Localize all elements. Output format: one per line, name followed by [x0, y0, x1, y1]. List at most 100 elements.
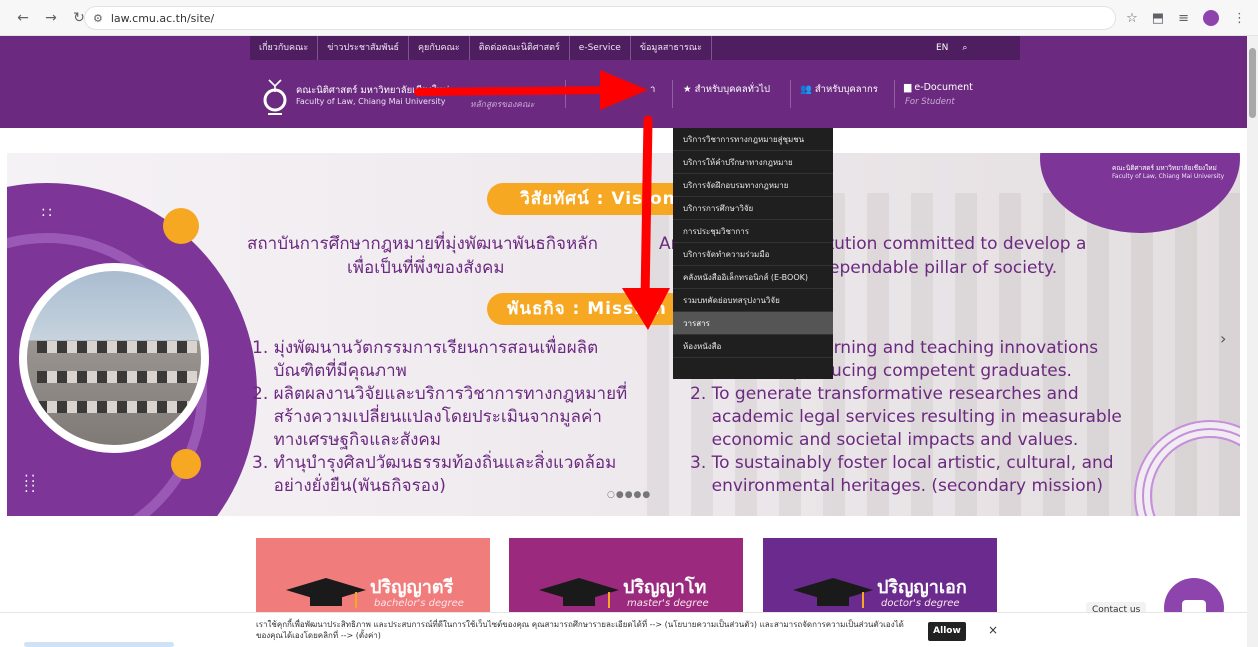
- dropdown-item-journal[interactable]: วารสาร: [673, 312, 833, 335]
- menu-staff[interactable]: 👥 สำหรับบุคลากร: [800, 82, 878, 97]
- star-icon: ★: [683, 84, 692, 95]
- bookmark-star-icon[interactable]: ☆: [1126, 11, 1138, 26]
- browser-controls: ☆ ⬒ ≡ ⋮: [1126, 0, 1246, 36]
- allow-cookies-button[interactable]: Allow: [928, 622, 966, 641]
- card-master[interactable]: ปริญญาโท master's degree: [509, 538, 743, 616]
- url-text: law.cmu.ac.th/site/: [110, 11, 215, 25]
- mission-en-line: environmental heritages. (secondary miss…: [690, 476, 1104, 496]
- decor-dot: [171, 449, 201, 479]
- hero-slider: :: :::: คณะนิติศาสตร์ มหาวิทยาลัยเชียงให…: [7, 153, 1240, 516]
- card-title: ปริญญาเอก: [877, 577, 967, 598]
- cookie-message: เราใช้คุกกี้เพื่อพัฒนาประสิทธิภาพ และประ…: [256, 620, 904, 640]
- mission-en-line: academic legal services resulting in mea…: [690, 407, 1122, 427]
- graduation-cap-icon: [286, 578, 366, 608]
- menu-divider: [790, 80, 791, 108]
- document-icon: ▆: [904, 82, 912, 93]
- dropdown-item[interactable]: คลังหนังสืออิเล็กทรอนิกส์ (E-BOOK): [673, 266, 833, 289]
- topbar-link-talk[interactable]: คุยกับคณะ: [409, 36, 470, 60]
- topbar-controls: EN ⌕: [936, 36, 967, 60]
- card-title: ปริญญาตรี: [370, 577, 454, 598]
- menu-kebab-icon[interactable]: ⋮: [1233, 11, 1246, 26]
- mission-th-line: 2. ผลิตผลงานวิจัยและบริการวิชาการทางกฎหม…: [252, 384, 628, 404]
- close-icon[interactable]: ×: [988, 623, 998, 637]
- cookie-consent-bar: เราใช้คุกกี้เพื่อพัฒนาประสิทธิภาพ และประ…: [0, 612, 1247, 647]
- dropdown-item[interactable]: บริการให้คำปรึกษาทางกฎหมาย: [673, 151, 833, 174]
- menu-divider: [565, 80, 566, 108]
- dropdown-item[interactable]: รวมบทคัดย่อบทสรุปงานวิจัย: [673, 289, 833, 312]
- building-windows: [37, 341, 197, 353]
- search-icon[interactable]: ⌕: [962, 43, 967, 53]
- vision-th-line1: สถาบันการศึกษากฎหมายที่มุ่งพัฒนาพันธกิจห…: [247, 234, 598, 254]
- topbar-link-contact[interactable]: ติดต่อคณะนิติศาสตร์: [470, 36, 570, 60]
- decor-dot: [163, 208, 199, 244]
- faculty-name-th[interactable]: คณะนิติศาสตร์ มหาวิทยาลัยเชียงใหม่: [296, 83, 449, 98]
- menu-edoc-sub[interactable]: For Student: [905, 97, 955, 107]
- graduation-cap-icon: [793, 578, 873, 608]
- forward-arrow-icon[interactable]: →: [40, 7, 62, 29]
- services-dropdown: บริการวิชาการทางกฎหมายสู่ชุมชน บริการให้…: [673, 128, 833, 379]
- dropdown-item[interactable]: บริการจัดฝึกอบรมทางกฎหมาย: [673, 174, 833, 197]
- site-info-icon[interactable]: ⚙: [93, 12, 103, 25]
- faculty-logo[interactable]: [262, 76, 288, 116]
- mission-th-line: 1. มุ่งพัฒนานวัตกรรมการเรียนการสอนเพื่อผ…: [252, 338, 599, 358]
- menu-staff-label: สำหรับบุคลากร: [814, 84, 878, 95]
- dropdown-item[interactable]: บริการการศึกษาวิจัย: [673, 197, 833, 220]
- vision-th-line2: เพื่อเป็นที่พึ่งของสังคม: [347, 258, 505, 278]
- topbar-link-eservice[interactable]: e-Service: [570, 36, 631, 60]
- topbar-link-news[interactable]: ข่าวประชาสัมพันธ์: [318, 36, 410, 60]
- scrollbar-thumb[interactable]: [1249, 48, 1256, 118]
- address-bar[interactable]: ⚙ law.cmu.ac.th/site/: [84, 6, 1116, 30]
- menu-edocument[interactable]: ▆ e-Document: [904, 82, 973, 93]
- card-subtitle: doctor's degree: [881, 598, 960, 609]
- menu-edoc-label: e-Document: [914, 82, 973, 93]
- card-doctor[interactable]: ปริญญาเอก doctor's degree: [763, 538, 997, 616]
- card-subtitle: master's degree: [627, 598, 709, 609]
- topbar-link-about[interactable]: เกี่ยวกับคณะ: [250, 36, 319, 60]
- menu-services-partial[interactable]: า: [650, 82, 655, 97]
- bottom-left-tab[interactable]: [24, 642, 174, 647]
- mission-th-line: อย่างยั่งยืน(พันธกิจรอง): [252, 476, 446, 496]
- mission-en-line: 3. To sustainably foster local artistic,…: [690, 453, 1114, 473]
- menu-public[interactable]: ★ สำหรับบุคคลทั่วไป: [683, 82, 770, 97]
- profile-avatar[interactable]: [1203, 10, 1219, 26]
- slide-indicator[interactable]: ○●●●●: [607, 490, 651, 500]
- mission-en-line: 2. To generate transformative researches…: [690, 384, 1079, 404]
- menu-public-label: สำหรับบุคคลทั่วไป: [694, 84, 771, 95]
- mission-en-line: economic and societal impacts and values…: [690, 430, 1079, 450]
- corner-faculty-en: Faculty of Law, Chiang Mai University: [1112, 173, 1225, 180]
- dot-grid-icon: ::::: [24, 470, 38, 496]
- building-windows: [37, 371, 197, 383]
- dropdown-item[interactable]: บริการจัดทำความร่วมมือ: [673, 243, 833, 266]
- menu-divider: [672, 80, 673, 108]
- mission-th-line: ทางเศรษฐกิจและสังคม: [252, 430, 442, 450]
- topbar-links: เกี่ยวกับคณะ ข่าวประชาสัมพันธ์ คุยกับคณะ…: [250, 36, 1020, 60]
- dropdown-item[interactable]: การประชุมวิชาการ: [673, 220, 833, 243]
- reading-list-icon[interactable]: ≡: [1178, 11, 1189, 26]
- menu-curriculum-sub[interactable]: หลักสูตรของคณะ: [470, 97, 534, 111]
- building-windows: [37, 401, 197, 413]
- mission-th-line: 3. ทำนุบำรุงศิลปวัฒนธรรมท้องถิ่นและสิ่งแ…: [252, 453, 617, 473]
- topbar-link-public-info[interactable]: ข้อมูลสาธารณะ: [631, 36, 712, 60]
- faculty-building-photo: [19, 263, 209, 453]
- mission-th-line: สร้างความเปลี่ยนแปลงโดยประเมินจากมูลค่า: [252, 407, 602, 427]
- faculty-name-en[interactable]: Faculty of Law, Chiang Mai University: [296, 97, 446, 106]
- menu-divider: [894, 80, 895, 108]
- card-subtitle: bachelor's degree: [374, 598, 464, 609]
- browser-toolbar: ← → ↻ ⚙ law.cmu.ac.th/site/ ☆ ⬒ ≡ ⋮: [0, 0, 1258, 36]
- extensions-icon[interactable]: ⬒: [1152, 11, 1164, 26]
- graduation-cap-icon: [539, 578, 619, 608]
- card-title: ปริญญาโท: [623, 577, 707, 598]
- language-toggle[interactable]: EN: [936, 43, 948, 53]
- site-topbar: เกี่ยวกับคณะ ข่าวประชาสัมพันธ์ คุยกับคณะ…: [0, 36, 1247, 60]
- card-bachelor[interactable]: ปริญญาตรี bachelor's degree: [256, 538, 490, 616]
- back-arrow-icon[interactable]: ←: [12, 7, 34, 29]
- mission-heading: พันธกิจ : Mission: [487, 293, 687, 325]
- dropdown-item[interactable]: ห้องหนังสือ: [673, 335, 833, 358]
- main-navigation: คณะนิติศาสตร์ มหาวิทยาลัยเชียงใหม่ Facul…: [0, 60, 1247, 128]
- next-slide-icon[interactable]: ›: [1220, 329, 1226, 348]
- dropdown-item[interactable]: บริการวิชาการทางกฎหมายสู่ชุมชน: [673, 128, 833, 151]
- page-scrollbar[interactable]: [1247, 36, 1258, 647]
- dot-grid-icon: ::: [41, 204, 55, 220]
- group-users-icon: 👥: [800, 84, 812, 95]
- corner-faculty-th: คณะนิติศาสตร์ มหาวิทยาลัยเชียงใหม่: [1112, 164, 1217, 172]
